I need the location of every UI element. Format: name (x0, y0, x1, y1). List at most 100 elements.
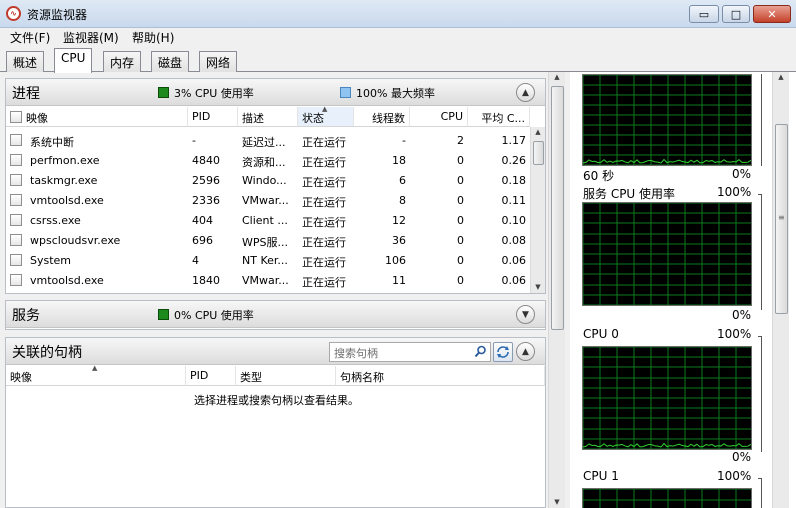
minimize-button[interactable]: ▭ (689, 5, 719, 23)
process-avg-cpu: 0.06 (501, 254, 527, 267)
services-expand-button[interactable]: ▼ (516, 305, 535, 324)
process-cpu: 0 (457, 274, 464, 287)
handles-collapse-button[interactable]: ▲ (516, 342, 535, 361)
graph-pane-scrollbar[interactable]: ▲ ≡ (772, 72, 789, 508)
column-description[interactable]: 描述 (238, 107, 298, 127)
table-row[interactable]: 系统中断 - 延迟过... 正在运行 - 2 1.17 (6, 131, 532, 151)
process-image: perfmon.exe (30, 154, 100, 167)
services-title: 服务 (12, 308, 40, 324)
processes-scroll-thumb[interactable] (533, 141, 544, 165)
cpu0-graph-min: 0% (732, 450, 752, 464)
table-row[interactable]: vmtoolsd.exe 1840 VMwar... 正在运行 11 0 0.06 (6, 271, 532, 291)
process-threads: 106 (385, 254, 406, 267)
menu-file[interactable]: 文件(F) (10, 29, 50, 46)
tab-disk[interactable]: 磁盘 (151, 51, 190, 72)
table-row[interactable]: taskmgr.exe 2596 Windo... 正在运行 6 0 0.18 (6, 171, 532, 191)
process-status: 正在运行 (302, 196, 346, 209)
graph-pane: 60 秒 0% 服务 CPU 使用率 100% 0% CPU 0 100% 0%… (570, 72, 796, 508)
table-row[interactable]: vmtoolsd.exe 2336 VMwar... 正在运行 8 0 0.11 (6, 191, 532, 211)
handles-column-image[interactable]: 映像 ▲ (6, 364, 186, 386)
process-checkbox[interactable] (10, 214, 22, 226)
processes-collapse-button[interactable]: ▲ (516, 83, 535, 102)
process-avg-cpu: 0.08 (501, 234, 527, 247)
process-avg-cpu: 0.26 (501, 154, 527, 167)
maximize-button[interactable]: □ (722, 5, 750, 23)
process-status: 正在运行 (302, 276, 346, 289)
process-status: 正在运行 (302, 136, 346, 149)
tab-cpu[interactable]: CPU (54, 48, 93, 73)
tab-memory[interactable]: 内存 (103, 51, 142, 72)
handles-column-type[interactable]: 类型 (236, 366, 336, 386)
chevron-down-icon: ▼ (522, 309, 529, 320)
handle-search-input[interactable]: 搜索句柄 (329, 342, 491, 362)
handles-column-name[interactable]: 句柄名称 (336, 366, 545, 386)
processes-scrollbar[interactable]: ▲ ▼ (530, 127, 545, 293)
column-status[interactable]: 状态 ▲ (298, 105, 354, 127)
menu-bar: 文件(F) 监视器(M) 帮助(H) (0, 28, 796, 46)
service-cpu-graph (582, 202, 752, 306)
process-checkbox[interactable] (10, 154, 22, 166)
column-cpu[interactable]: CPU (410, 107, 468, 127)
process-checkbox[interactable] (10, 174, 22, 186)
column-image[interactable]: 映像 (6, 107, 188, 127)
search-icon[interactable] (474, 345, 487, 361)
table-row[interactable]: System 4 NT Ker... 正在运行 106 0 0.06 (6, 251, 532, 271)
scroll-up-icon[interactable]: ▲ (773, 73, 789, 81)
table-row[interactable]: wpscloudsvr.exe 696 WPS服... 正在运行 36 0 0.08 (6, 231, 532, 251)
cpu0-graph (582, 346, 752, 450)
process-checkbox[interactable] (10, 194, 22, 206)
cpu1-graph-title: CPU 1 (583, 469, 619, 483)
processes-header[interactable]: 进程 3% CPU 使用率 100% 最大频率 ▲ (6, 79, 545, 106)
process-checkbox[interactable] (10, 134, 22, 146)
left-pane-scroll-thumb[interactable] (551, 86, 564, 330)
menu-help[interactable]: 帮助(H) (132, 29, 174, 46)
process-status: 正在运行 (302, 156, 346, 169)
column-threads[interactable]: 线程数 (354, 107, 410, 127)
table-row[interactable]: perfmon.exe 4840 资源和... 正在运行 18 0 0.26 (6, 151, 532, 171)
column-pid[interactable]: PID (188, 107, 238, 127)
services-header[interactable]: 服务 0% CPU 使用率 ▼ (6, 301, 545, 328)
process-description: Client ... (242, 214, 288, 227)
handles-header[interactable]: 关联的句柄 搜索句柄 ▲ (6, 338, 545, 365)
scroll-up-icon[interactable]: ▲ (549, 73, 565, 81)
services-cpu-legend: 0% CPU 使用率 (174, 309, 254, 322)
scroll-down-icon[interactable]: ▼ (531, 283, 545, 291)
process-checkbox[interactable] (10, 234, 22, 246)
process-image: System (30, 254, 72, 267)
left-pane-scrollbar[interactable]: ▲ ▼ (548, 72, 565, 508)
process-cpu: 0 (457, 254, 464, 267)
process-pid: 696 (192, 234, 213, 247)
max-frequency-legend: 100% 最大频率 (356, 87, 435, 100)
services-cpu-legend-swatch (158, 309, 169, 320)
tab-network[interactable]: 网络 (199, 51, 238, 72)
graph-0-bracket (758, 74, 762, 166)
cpu0-graph-max: 100% (717, 327, 752, 341)
process-avg-cpu: 0.10 (501, 214, 527, 227)
process-avg-cpu: 0.06 (501, 274, 527, 287)
refresh-search-button[interactable] (493, 342, 513, 362)
process-cpu: 0 (457, 234, 464, 247)
grip-icon: ≡ (778, 213, 785, 222)
scroll-down-icon[interactable]: ▼ (549, 498, 565, 506)
scroll-up-icon[interactable]: ▲ (531, 128, 545, 136)
process-threads: 11 (392, 274, 406, 287)
column-avg-cpu[interactable]: 平均 C... (468, 107, 530, 127)
table-row[interactable]: csrss.exe 404 Client ... 正在运行 12 0 0.10 (6, 211, 532, 231)
close-button[interactable]: ✕ (753, 5, 791, 23)
service-cpu-graph-min: 0% (732, 308, 752, 322)
handles-column-pid[interactable]: PID (186, 366, 236, 386)
cpu-usage-legend-swatch (158, 87, 169, 98)
tab-overview[interactable]: 概述 (6, 51, 45, 72)
graph-scroll-thumb[interactable]: ≡ (775, 124, 788, 314)
menu-monitor[interactable]: 监视器(M) (63, 29, 119, 46)
graph-2-bracket (758, 336, 762, 452)
process-description: VMwar... (242, 194, 289, 207)
handles-title: 关联的句柄 (12, 345, 82, 361)
process-checkbox[interactable] (10, 274, 22, 286)
process-pid: 404 (192, 214, 213, 227)
sort-arrow-icon: ▲ (92, 364, 98, 372)
select-all-checkbox[interactable] (10, 111, 22, 123)
process-threads: 36 (392, 234, 406, 247)
process-pid: 1840 (192, 274, 220, 287)
process-checkbox[interactable] (10, 254, 22, 266)
